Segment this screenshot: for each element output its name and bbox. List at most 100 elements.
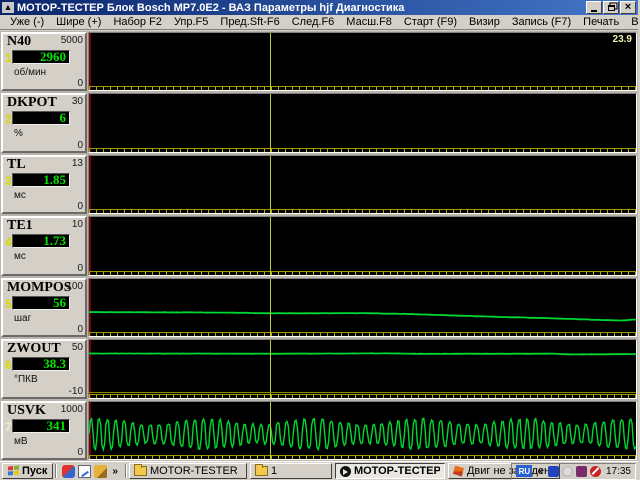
- time-axis: [89, 207, 636, 213]
- quick-launch: »: [59, 465, 123, 478]
- quick-launch-icon-1[interactable]: [62, 465, 75, 478]
- time-axis: [89, 84, 636, 90]
- channel-panel-ZWOUT[interactable]: ZWOUT50638.3°ПКВ-10: [1, 339, 87, 398]
- units-label: мс: [14, 251, 26, 262]
- graph-MOMPOS[interactable]: [88, 278, 637, 337]
- language-indicator[interactable]: RU: [516, 465, 532, 477]
- units-label: об/мин: [14, 67, 46, 78]
- measurement-cursor[interactable]: [270, 340, 271, 397]
- value-text: 341: [13, 420, 69, 432]
- scale-min-label: 0: [77, 263, 83, 274]
- channel-name: ZWOUT: [7, 341, 61, 357]
- measurement-cursor[interactable]: [270, 402, 271, 459]
- time-axis: [89, 453, 636, 459]
- channel-number: 5: [5, 297, 12, 311]
- channel-row-MOMPOS: MOMPOS100556шаг0: [0, 277, 638, 338]
- channel-panel-DKPOT[interactable]: DKPOT3026%0: [1, 93, 87, 152]
- tray-icon-4[interactable]: [590, 466, 601, 477]
- measurement-cursor[interactable]: [270, 33, 271, 90]
- tray-icon-2[interactable]: [562, 466, 573, 477]
- channel-name: TE1: [7, 218, 33, 234]
- value-display: 56: [12, 296, 70, 310]
- menu-item-11[interactable]: Печать: [577, 16, 625, 28]
- channel-number: 7: [5, 420, 12, 434]
- channel-name: MOMPOS: [7, 280, 72, 296]
- measurement-cursor[interactable]: [270, 217, 271, 274]
- channel-name: TL: [7, 157, 26, 173]
- trace-N40: [89, 33, 636, 91]
- graph-TE1[interactable]: [88, 216, 637, 275]
- taskbar-button-3[interactable]: МОТОР-ТЕСТЕР Блок ...: [335, 463, 445, 479]
- menu-item-6[interactable]: След.F6: [286, 16, 341, 28]
- menu-item-7[interactable]: Масш.F8: [340, 16, 398, 28]
- channel-panel-TE1[interactable]: TE11041.73мс0: [1, 216, 87, 275]
- scale-min-label: 0: [77, 447, 83, 458]
- graph-TL[interactable]: [88, 155, 637, 214]
- channel-row-TL: TL1331.85мс0: [0, 154, 638, 215]
- channel-number: 1: [5, 51, 12, 65]
- windows-logo-icon: [8, 465, 19, 476]
- scale-max-label: 5000: [61, 35, 83, 46]
- menu-item-12[interactable]: Вид: [625, 16, 640, 28]
- tray-icon-1[interactable]: [548, 466, 559, 477]
- menu-item-10[interactable]: Запись (F7): [506, 16, 577, 28]
- zero-line: [89, 392, 636, 393]
- channel-panel-MOMPOS[interactable]: MOMPOS100556шаг0: [1, 278, 87, 337]
- menu-item-8[interactable]: Старт (F9): [398, 16, 463, 28]
- start-button[interactable]: Пуск: [2, 463, 53, 479]
- channel-name: N40: [7, 34, 31, 50]
- time-axis: [89, 146, 636, 152]
- trace-MOMPOS: [89, 279, 636, 337]
- menu-item-5[interactable]: Пред.Sft-F6: [214, 16, 285, 28]
- menu-item-4[interactable]: Упр.F5: [168, 16, 214, 28]
- start-label: Пуск: [22, 465, 47, 477]
- overflow-chevron-icon[interactable]: »: [110, 466, 120, 477]
- app-icon[interactable]: ▲: [2, 2, 14, 13]
- minimize-button[interactable]: [586, 1, 602, 14]
- channel-name: DKPOT: [7, 95, 57, 111]
- units-label: мВ: [14, 436, 28, 447]
- graph-USVK[interactable]: [88, 401, 637, 460]
- channel-panel-USVK[interactable]: USVK10007341мВ0: [1, 401, 87, 460]
- channel-number: 6: [5, 358, 12, 372]
- units-label: %: [14, 128, 23, 139]
- graph-N40[interactable]: 23.9: [88, 32, 637, 91]
- restore-button[interactable]: [603, 1, 619, 14]
- taskbar-button-2[interactable]: 1: [250, 463, 332, 479]
- taskbar-button-label: 1: [271, 465, 277, 477]
- task-buttons: MOTOR-TESTER1МОТОР-ТЕСТЕР Блок ...Двиг н…: [129, 463, 509, 479]
- scale-max-label: 10: [72, 219, 83, 230]
- tray-chevron-icon[interactable]: «: [535, 466, 545, 477]
- tray-icon-3[interactable]: [576, 466, 587, 477]
- taskbar-button-label: МОТОР-ТЕСТЕР Блок ...: [354, 465, 440, 477]
- scale-min-label: 0: [77, 78, 83, 89]
- close-button[interactable]: ×: [620, 1, 636, 14]
- channel-row-N40: N40500012960об/мин023.9: [0, 31, 638, 92]
- measurement-cursor[interactable]: [270, 156, 271, 213]
- measurement-cursor[interactable]: [270, 94, 271, 151]
- channel-number: 4: [5, 235, 12, 249]
- divider: [125, 464, 127, 478]
- channel-panel-N40[interactable]: N40500012960об/мин0: [1, 32, 87, 91]
- menu-item-2[interactable]: Шире (+): [50, 16, 107, 28]
- trace-TL: [89, 156, 636, 214]
- show-desktop-icon[interactable]: [78, 465, 91, 478]
- quick-launch-icon-3[interactable]: [94, 465, 107, 478]
- value-display: 6: [12, 111, 70, 125]
- menu-item-1[interactable]: Уже (-): [4, 16, 50, 28]
- time-window-label: 23.9: [613, 34, 632, 45]
- channel-number: 3: [5, 174, 12, 188]
- measurement-cursor[interactable]: [270, 279, 271, 336]
- taskbar-button-1[interactable]: MOTOR-TESTER: [129, 463, 247, 479]
- channel-panel-TL[interactable]: TL1331.85мс0: [1, 155, 87, 214]
- graph-ZWOUT[interactable]: [88, 339, 637, 398]
- window-title: МОТОР-ТЕСТЕР Блок Bosch MP7.0E2 - ВАЗ Па…: [17, 2, 586, 14]
- value-text: 56: [13, 297, 69, 309]
- scale-min-label: 0: [77, 324, 83, 335]
- menu-item-3[interactable]: Набор F2: [107, 16, 168, 28]
- menu-item-9[interactable]: Визир: [463, 16, 506, 28]
- channel-row-TE1: TE11041.73мс0: [0, 215, 638, 276]
- trace-DKPOT: [89, 94, 636, 152]
- value-display: 1.85: [12, 173, 70, 187]
- graph-DKPOT[interactable]: [88, 93, 637, 152]
